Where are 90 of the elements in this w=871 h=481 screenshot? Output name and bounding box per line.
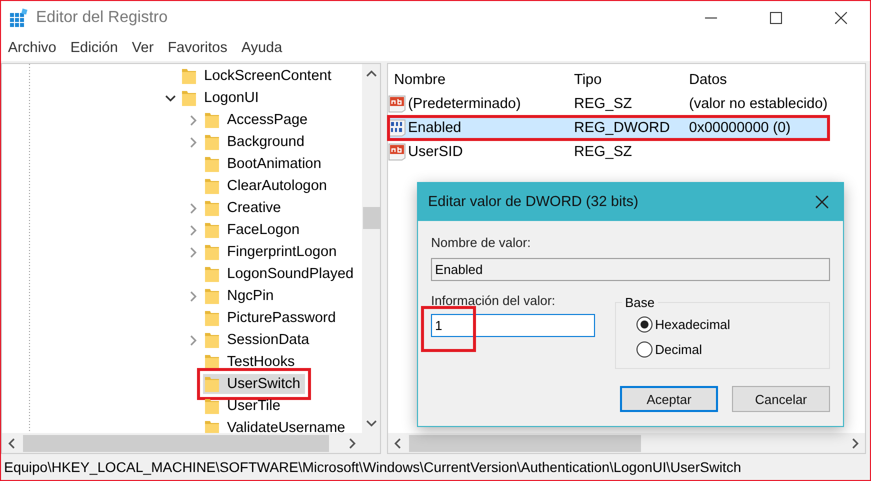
dialog-title: Editar valor de DWORD (32 bits) xyxy=(428,194,638,210)
radio-option[interactable]: Decimal xyxy=(636,337,829,362)
folder-icon xyxy=(182,90,196,106)
close-icon[interactable] xyxy=(815,195,829,209)
value-data: 0x00000000 (0) xyxy=(689,120,792,136)
tree-item[interactable]: FingerprintLogon xyxy=(203,242,342,262)
menu-item[interactable]: Ayuda xyxy=(241,40,282,56)
radio-button-icon[interactable] xyxy=(636,316,653,333)
folder-icon xyxy=(205,200,219,216)
scrollbar-thumb[interactable] xyxy=(23,434,329,452)
folder-icon xyxy=(205,266,219,282)
tree-item[interactable]: ClearAutologon xyxy=(203,176,332,196)
value-row[interactable]: Enabled REG_DWORD 0x00000000 (0) xyxy=(388,116,829,140)
folder-icon xyxy=(205,354,219,370)
tree-item[interactable]: PicturePassword xyxy=(203,308,341,328)
tree-item[interactable]: LogonSoundPlayed xyxy=(203,264,359,284)
dialog-button[interactable]: Aceptar xyxy=(620,386,718,412)
tree-item[interactable]: Background xyxy=(203,132,310,152)
value-name: Enabled xyxy=(408,120,462,136)
folder-icon xyxy=(205,310,219,326)
tree-item[interactable]: UserTile xyxy=(203,396,286,416)
folder-icon xyxy=(205,332,219,348)
radio-option[interactable]: Hexadecimal xyxy=(636,312,829,337)
value-name: UserSID xyxy=(408,144,463,160)
column-header[interactable]: Nombre xyxy=(394,72,574,88)
status-bar: Equipo\HKEY_LOCAL_MACHINE\SOFTWARE\Microsoft\Windows\CurrentVersion\Authentication\LogonUI\UserSwitch xyxy=(1,454,870,480)
folder-icon xyxy=(205,222,219,238)
radio-button-icon[interactable] xyxy=(636,341,653,358)
close-icon[interactable] xyxy=(835,12,847,24)
value-type: REG_DWORD xyxy=(574,120,671,136)
minimize-icon[interactable] xyxy=(705,17,717,19)
dialog-button[interactable]: Cancelar xyxy=(732,386,830,412)
folder-icon xyxy=(205,244,219,260)
expand-chevron-icon[interactable] xyxy=(190,136,196,148)
field-label: Nombre de valor: xyxy=(431,235,532,250)
expand-chevron-icon[interactable] xyxy=(190,334,196,346)
folder-icon xyxy=(205,156,219,172)
scrollbar-thumb[interactable] xyxy=(362,207,380,229)
scroll-up-icon[interactable] xyxy=(366,70,376,77)
registry-app-icon xyxy=(9,8,29,28)
value-name: (Predeterminado) xyxy=(408,96,521,112)
column-header[interactable]: Tipo xyxy=(574,72,689,88)
folder-icon xyxy=(205,112,219,128)
collapse-chevron-icon[interactable] xyxy=(164,94,176,102)
tree-item[interactable]: FaceLogon xyxy=(203,220,305,240)
value-data: (valor no establecido) xyxy=(689,96,829,112)
value-data-field[interactable]: 1 xyxy=(431,314,595,337)
menu-item[interactable]: Ver xyxy=(132,40,154,56)
tree-item[interactable]: NgcPin xyxy=(203,286,279,306)
expand-chevron-icon[interactable] xyxy=(190,224,196,236)
window-title: Editor del Registro xyxy=(36,9,168,27)
value-name-field: Enabled xyxy=(431,258,830,281)
scroll-left-icon[interactable] xyxy=(8,438,15,448)
tree-item[interactable]: BootAnimation xyxy=(203,154,326,174)
expand-chevron-icon[interactable] xyxy=(190,246,196,258)
tree-item[interactable]: LockScreenContent xyxy=(180,66,336,86)
value-row[interactable]: (Predeterminado) REG_SZ (valor no establecido) xyxy=(388,92,865,116)
expand-chevron-icon[interactable] xyxy=(190,114,196,126)
tree-item[interactable]: LogonUI xyxy=(180,88,264,108)
value-row[interactable]: UserSID REG_SZ xyxy=(388,140,865,164)
column-header[interactable]: Datos xyxy=(689,72,865,88)
scroll-right-icon[interactable] xyxy=(852,438,859,448)
folder-icon xyxy=(205,134,219,150)
folder-icon xyxy=(205,420,219,433)
tree-item[interactable]: SessionData xyxy=(203,330,314,350)
value-type: REG_SZ xyxy=(574,144,634,160)
horizontal-scrollbar[interactable] xyxy=(388,433,865,453)
binary-value-icon xyxy=(388,119,406,137)
folder-icon xyxy=(205,376,219,392)
scroll-down-icon[interactable] xyxy=(366,420,376,427)
folder-icon xyxy=(205,288,219,304)
value-type: REG_SZ xyxy=(574,96,634,112)
tree-item[interactable]: TestHooks xyxy=(203,352,300,372)
folder-icon xyxy=(205,398,219,414)
menu-item[interactable]: Favoritos xyxy=(168,40,228,56)
scroll-right-icon[interactable] xyxy=(349,438,356,448)
scroll-left-icon[interactable] xyxy=(394,438,401,448)
group-label: Base xyxy=(624,295,656,310)
folder-icon xyxy=(182,68,196,84)
folder-icon xyxy=(205,178,219,194)
tree-item[interactable]: AccessPage xyxy=(203,110,313,130)
field-label: Información del valor: xyxy=(431,293,556,308)
menu-item[interactable]: Edición xyxy=(70,40,118,56)
menu-item[interactable]: Archivo xyxy=(8,40,56,56)
scrollbar-thumb[interactable] xyxy=(409,434,641,452)
tree-item[interactable]: Creative xyxy=(203,198,286,218)
expand-chevron-icon[interactable] xyxy=(190,290,196,302)
maximize-icon[interactable] xyxy=(770,12,782,24)
expand-chevron-icon[interactable] xyxy=(190,202,196,214)
tree-item[interactable]: UserSwitch xyxy=(203,374,306,394)
